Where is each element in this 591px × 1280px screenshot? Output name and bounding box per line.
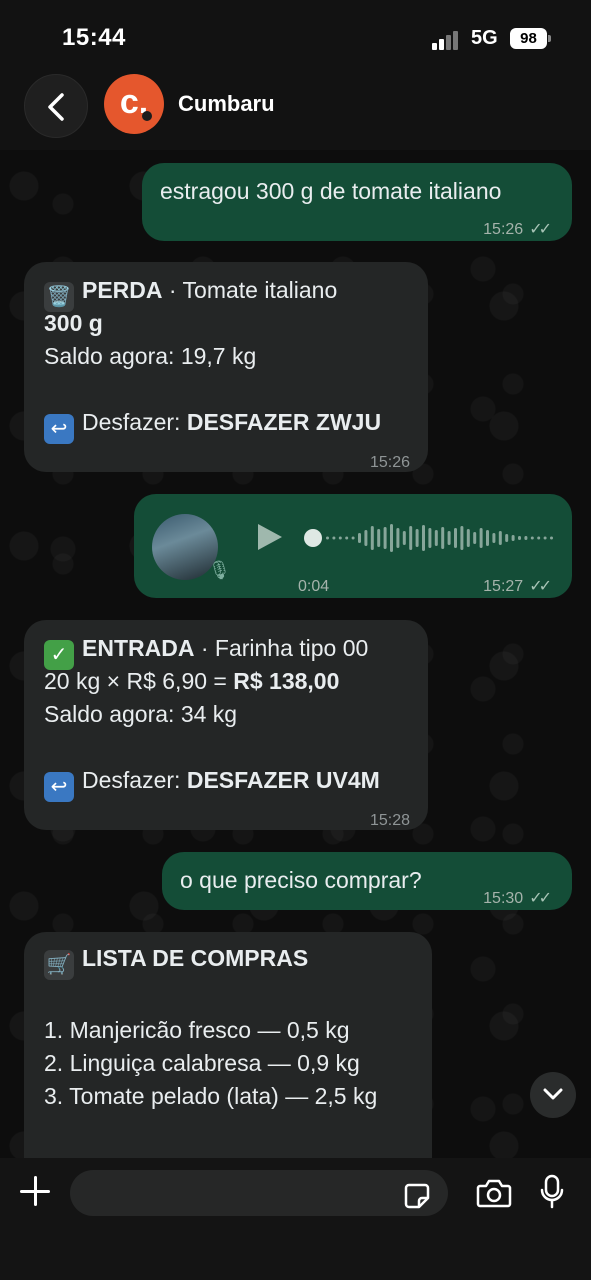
waveform-bar: [454, 528, 457, 548]
scroll-down-button[interactable]: [530, 1072, 576, 1118]
message-time: 15:26: [483, 221, 524, 238]
voice-duration: 0:04: [298, 578, 330, 595]
top-area: 15:44 5G 98 c. Cumbaru: [0, 0, 591, 150]
network-type: 5G: [471, 27, 498, 49]
waveform-bar: [428, 528, 432, 548]
message-time: 15:28: [369, 812, 410, 829]
list-item: 1. Manjericão fresco — 0,5 kg: [44, 1017, 350, 1043]
waveform-bar: [415, 529, 419, 547]
undo-icon: ↩: [44, 414, 74, 444]
message-bubble-outgoing[interactable]: o que preciso comprar? 15:30 ✓✓: [162, 852, 572, 910]
waveform-bar: [473, 532, 477, 544]
waveform-bar: [422, 525, 425, 551]
balance-text: Saldo agora: 19,7 kg: [44, 343, 257, 369]
waveform-bar: [370, 526, 374, 550]
contact-avatar[interactable]: c.: [104, 74, 164, 134]
read-ticks-icon: ✓✓: [529, 890, 552, 907]
waveform-bar: [466, 529, 470, 547]
undo-label: Desfazer:: [82, 767, 187, 793]
waveform-bar: [345, 536, 349, 540]
camera-icon[interactable]: [476, 1178, 512, 1208]
back-arrow-icon: [48, 93, 64, 121]
waveform-bar: [543, 536, 547, 540]
message-meta: 15:27 ✓✓: [483, 570, 552, 603]
waveform-bar: [402, 531, 406, 545]
message-time: 15:27: [483, 578, 524, 595]
balance-text: Saldo agora: 34 kg: [44, 701, 238, 727]
waveform-bar: [441, 527, 445, 549]
undo-code: DESFAZER UV4M: [186, 767, 380, 793]
waveform-bar: [390, 524, 393, 552]
message-bubble-outgoing[interactable]: estragou 300 g de tomate italiano 15:26 ✓…: [142, 163, 572, 241]
microphone-icon: 🎙: [208, 560, 231, 580]
chat-title[interactable]: Cumbaru: [178, 91, 275, 117]
waveform-bar: [377, 529, 381, 547]
waveform-bar: [492, 533, 496, 543]
chevron-down-icon: [543, 1088, 563, 1100]
sticker-icon[interactable]: [403, 1182, 431, 1210]
avatar-dot: [142, 111, 152, 121]
undo-code: DESFAZER ZWJU: [186, 409, 382, 435]
waveform-bar: [364, 530, 368, 546]
undo-label: Desfazer:: [82, 409, 187, 435]
waveform-bar: [447, 531, 451, 545]
list-item: 3. Tomate pelado (lata) — 2,5 kg: [44, 1083, 378, 1109]
quantity-text: 300 g: [44, 310, 103, 336]
status-time: 15:44: [62, 24, 126, 51]
waveform-bar: [434, 530, 438, 546]
battery-icon: 98: [510, 28, 547, 49]
waveform-bar: [498, 531, 502, 545]
message-meta: 15:30 ✓✓: [483, 882, 552, 915]
waveform-bar: [326, 536, 329, 540]
message-subtitle: · Farinha tipo 00: [194, 635, 369, 661]
voice-message-bubble[interactable]: 🎙 0:04 15:27 ✓✓: [134, 494, 572, 598]
total-text: R$ 138,00: [233, 668, 340, 694]
play-icon[interactable]: [258, 524, 282, 550]
message-title: ENTRADA: [82, 635, 195, 661]
battery-tip: [548, 35, 551, 42]
waveform-bar: [396, 528, 400, 548]
message-title: PERDA: [82, 277, 163, 303]
message-bubble-incoming[interactable]: 🗑️ PERDA · Tomate italiano 300 g Saldo ag…: [24, 262, 428, 472]
plus-icon[interactable]: [18, 1174, 52, 1208]
waveform-bar: [351, 536, 355, 540]
waveform-bar: [338, 536, 342, 540]
undo-icon: ↩: [44, 772, 74, 802]
waveform-bar: [518, 536, 521, 540]
list-item: 2. Linguiça calabresa — 0,9 kg: [44, 1050, 360, 1076]
microphone-icon[interactable]: [539, 1174, 565, 1210]
message-time: 15:30: [483, 890, 524, 907]
waveform-bar: [511, 535, 515, 541]
message-text: estragou 300 g de tomate italiano: [160, 178, 502, 204]
waveform-bar: [537, 536, 541, 540]
waveform-bar: [479, 528, 483, 548]
waveform-bar: [383, 527, 387, 549]
back-button[interactable]: [24, 74, 88, 138]
message-meta: 15:26 ✓✓: [483, 213, 552, 246]
waveform-bar: [524, 536, 528, 540]
waveform-bar: [505, 534, 509, 542]
waveform-bar: [550, 536, 553, 540]
calculation-text: 20 kg × R$ 6,90 =: [44, 668, 234, 694]
message-subtitle: · Tomate italiano: [162, 277, 338, 303]
signal-icon: [432, 30, 462, 50]
message-bubble-incoming[interactable]: ✓ ENTRADA · Farinha tipo 00 20 kg × R$ 6,…: [24, 620, 428, 830]
message-text: o que preciso comprar?: [180, 867, 422, 893]
waveform[interactable]: [304, 522, 554, 554]
composer-bar: [0, 1158, 591, 1280]
cart-icon: 🛒: [44, 950, 74, 980]
waveform-bar: [409, 526, 413, 550]
waveform-bar: [530, 536, 534, 540]
read-ticks-icon: ✓✓: [529, 578, 552, 595]
waveform-bar: [460, 526, 464, 550]
read-ticks-icon: ✓✓: [529, 221, 552, 238]
waveform-bar: [332, 536, 336, 540]
waveform-bar: [358, 533, 361, 543]
message-bubble-incoming[interactable]: 🛒 LISTA DE COMPRAS 1. Manjericão fresco —…: [24, 932, 432, 1158]
waveform-bar: [486, 530, 489, 546]
message-time: 15:26: [369, 454, 410, 471]
message-input[interactable]: [70, 1170, 448, 1216]
message-title: LISTA DE COMPRAS: [82, 945, 309, 971]
